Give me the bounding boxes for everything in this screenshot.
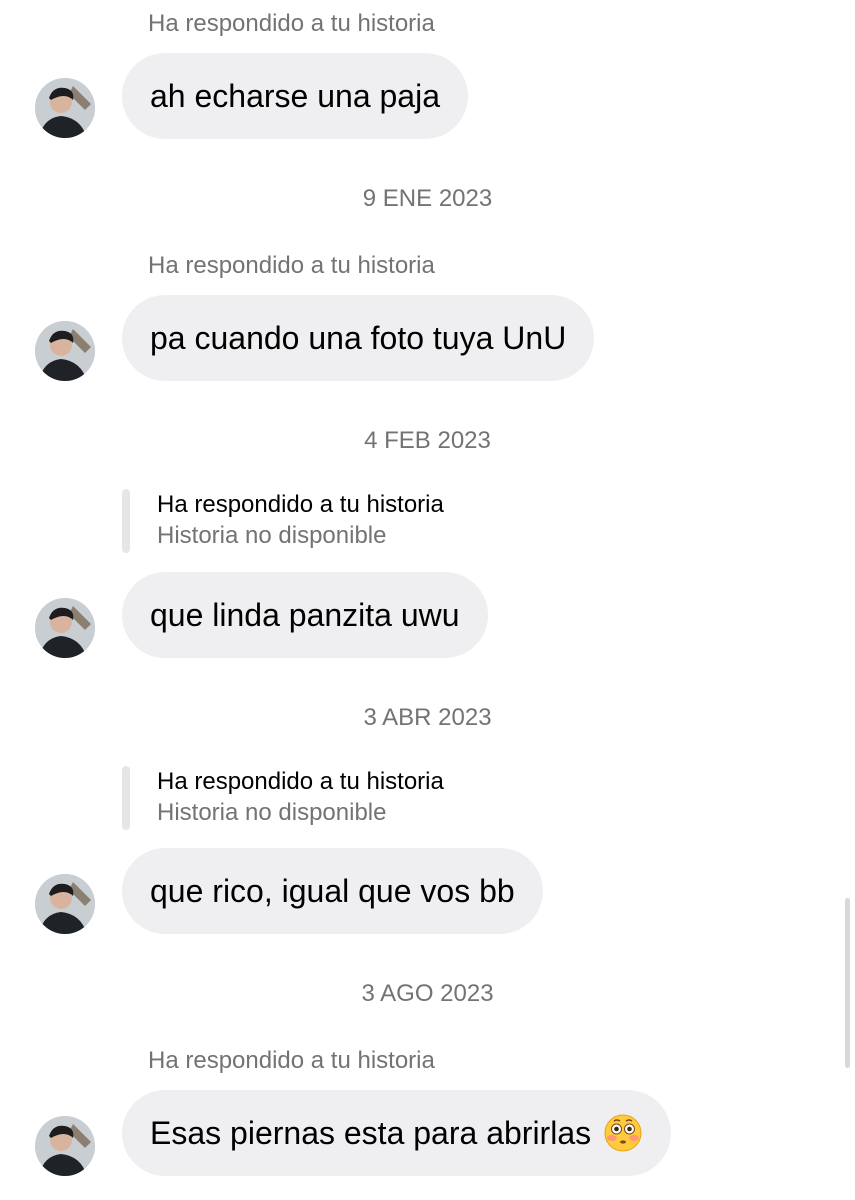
- message-bubble[interactable]: pa cuando una foto tuya UnU: [122, 295, 595, 381]
- date-separator: 9 ENE 2023: [362, 185, 493, 212]
- message-text: que rico, igual que vos bb: [150, 872, 515, 909]
- avatar[interactable]: [35, 321, 95, 381]
- avatar-photo: [35, 78, 95, 138]
- reply-label: Ha respondido a tu historia: [148, 252, 435, 279]
- avatar[interactable]: [35, 598, 95, 658]
- avatar-photo: [35, 598, 95, 658]
- avatar[interactable]: [35, 874, 95, 934]
- message-text: ah echarse una paja: [150, 77, 440, 114]
- avatar[interactable]: [35, 78, 95, 138]
- reply-label: Ha respondido a tu historia: [157, 491, 444, 518]
- flushed-face-icon: [604, 1114, 642, 1152]
- message-text: que linda panzita uwu: [150, 596, 460, 633]
- message-bubble[interactable]: ah echarse una paja: [122, 53, 468, 139]
- story-quote-bar: [122, 489, 130, 553]
- message-bubble[interactable]: que linda panzita uwu: [122, 572, 488, 658]
- message-text: Esas piernas esta para abrirlas: [150, 1114, 592, 1151]
- story-status: Historia no disponible: [157, 799, 387, 826]
- reply-label: Ha respondido a tu historia: [148, 1047, 435, 1074]
- scrollbar-thumb[interactable]: [845, 898, 850, 1068]
- avatar-photo: [35, 874, 95, 934]
- avatar-photo: [35, 321, 95, 381]
- story-quote-bar: [122, 766, 130, 830]
- story-status: Historia no disponible: [157, 522, 387, 549]
- message-bubble[interactable]: que rico, igual que vos bb: [122, 848, 543, 934]
- reply-label: Ha respondido a tu historia: [157, 768, 444, 795]
- avatar[interactable]: [35, 1116, 95, 1176]
- date-separator: 4 FEB 2023: [364, 427, 491, 454]
- message-text: pa cuando una foto tuya UnU: [150, 319, 567, 356]
- avatar-photo: [35, 1116, 95, 1176]
- message-bubble[interactable]: Esas piernas esta para abrirlas: [122, 1090, 672, 1176]
- date-separator: 3 AGO 2023: [361, 980, 494, 1007]
- reply-label: Ha respondido a tu historia: [148, 10, 435, 37]
- date-separator: 3 ABR 2023: [363, 704, 492, 731]
